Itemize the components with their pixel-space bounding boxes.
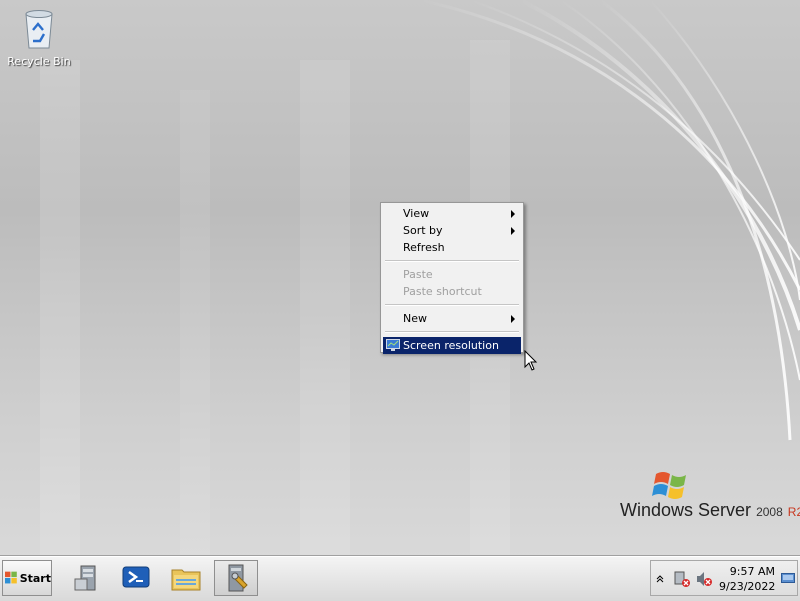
explorer-icon — [171, 569, 201, 591]
windows-flag-icon — [5, 571, 17, 584]
menu-separator — [385, 260, 519, 262]
windows-flag-logo — [652, 472, 686, 499]
menu-item-label: Paste — [403, 268, 433, 281]
taskbar: Start 9:57 AM 9/23/2022 — [0, 556, 800, 601]
network-error-icon[interactable] — [673, 570, 691, 588]
mouse-cursor-icon — [524, 350, 538, 371]
menu-item-paste[interactable]: Paste — [383, 266, 521, 283]
clock-date: 9/23/2022 — [719, 580, 776, 593]
branding-title: Windows Server 2008 R2 — [620, 500, 800, 521]
branding-product: Windows Server — [620, 500, 752, 520]
menu-item-view[interactable]: View — [383, 205, 521, 222]
start-label: Start — [19, 571, 51, 585]
branding-version: 2008 — [756, 505, 783, 519]
menu-item-refresh[interactable]: Refresh — [383, 239, 521, 256]
admin-tools-icon — [228, 564, 248, 592]
menu-item-sort-by[interactable]: Sort by — [383, 222, 521, 239]
start-button[interactable]: Start — [2, 560, 52, 596]
menu-item-paste-shortcut[interactable]: Paste shortcut — [383, 283, 521, 300]
menu-item-label: Paste shortcut — [403, 285, 482, 298]
menu-item-label: Refresh — [403, 241, 445, 254]
menu-item-label: Screen resolution — [403, 339, 499, 352]
taskbar-powershell[interactable] — [114, 560, 158, 596]
menu-item-screen-resolution[interactable]: Screen resolution — [383, 337, 521, 354]
menu-separator — [385, 304, 519, 306]
submenu-arrow-icon — [511, 210, 515, 218]
recycle-bin-icon — [25, 10, 53, 49]
powershell-icon — [122, 566, 150, 588]
menu-item-label: View — [403, 207, 430, 220]
taskbar-admin-tools[interactable] — [214, 560, 258, 596]
taskbar-clock[interactable]: 9:57 AM 9/23/2022 — [719, 564, 775, 594]
menu-item-label: Sort by — [403, 224, 443, 237]
desktop-context-menu: View Sort by Refresh Paste Paste shortcu… — [380, 202, 524, 354]
notification-area: 9:57 AM 9/23/2022 — [650, 560, 798, 596]
taskbar-explorer[interactable] — [164, 560, 208, 596]
recycle-bin-label: Recycle Bin — [7, 55, 71, 68]
taskbar-server-manager[interactable] — [66, 560, 110, 596]
clock-time: 9:57 AM — [729, 565, 775, 578]
show-hidden-icons-icon[interactable] — [655, 573, 665, 583]
menu-separator — [385, 331, 519, 333]
server-manager-icon — [74, 565, 96, 591]
menu-item-new[interactable]: New — [383, 310, 521, 327]
menu-item-label: New — [403, 312, 427, 325]
desktop-icon-recycle-bin[interactable]: Recycle Bin — [6, 6, 72, 68]
volume-muted-icon[interactable] — [695, 570, 713, 588]
show-desktop-icon[interactable] — [781, 573, 795, 583]
windows-server-branding: Windows Server 2008 R2 — [620, 468, 800, 528]
monitor-icon — [386, 339, 400, 351]
submenu-arrow-icon — [511, 315, 515, 323]
branding-edition: R2 — [787, 505, 800, 519]
submenu-arrow-icon — [511, 227, 515, 235]
